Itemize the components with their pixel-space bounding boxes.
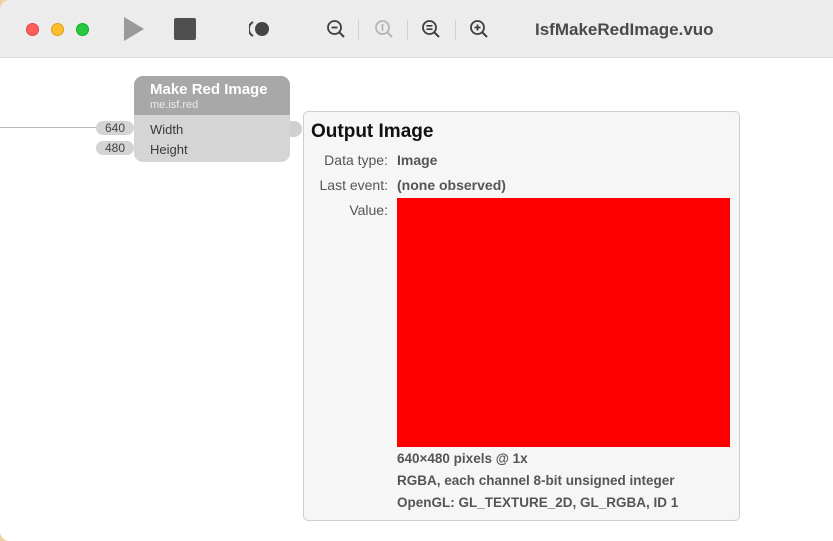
image-info-resolution: 640×480 pixels @ 1x [397,451,528,466]
zoom-actual-size-button[interactable] [372,16,396,42]
value-label: Value: [349,202,388,218]
composition-window: IsfMakeRedImage.vuo 640 480 Make Red Ima… [0,0,833,541]
run-button[interactable] [118,16,148,42]
popover-title: Output Image [311,121,434,142]
toolbar-separator [407,20,408,40]
close-window-button[interactable] [26,23,39,36]
image-info-opengl: OpenGL: GL_TEXTURE_2D, GL_RGBA, ID 1 [397,495,679,510]
zoom-in-button[interactable] [467,16,491,42]
window-title: IsfMakeRedImage.vuo [535,20,714,39]
zoom-in-icon [470,20,488,38]
height-constant-value[interactable]: 480 [96,141,134,155]
last-event-value: (none observed) [397,177,506,193]
zoom-to-fit-icon [422,20,440,38]
zoom-out-icon [327,20,345,38]
node-title: Make Red Image [150,81,268,98]
data-type-label: Data type: [324,152,388,168]
show-events-button[interactable] [247,16,273,42]
toolbar-separator [358,20,359,40]
port-popover[interactable]: Output Image Data type: Image Last event… [303,111,740,521]
stop-icon [174,18,196,40]
play-icon [124,17,144,41]
title-bar: IsfMakeRedImage.vuo [0,0,833,58]
stop-button[interactable] [171,16,199,42]
toolbar-separator [455,20,456,40]
minimize-window-button[interactable] [51,23,64,36]
last-event-label: Last event: [319,177,389,193]
zoom-out-button[interactable] [324,16,348,42]
width-constant-value[interactable]: 640 [96,121,134,135]
node-header[interactable]: Make Red Image me.isf.red [134,76,290,115]
show-events-icon [249,21,269,37]
zoom-window-button[interactable] [76,23,89,36]
make-red-image-node[interactable]: Make Red Image me.isf.red Width Height [134,76,290,162]
zoom-to-fit-button[interactable] [419,16,443,42]
image-info-format: RGBA, each channel 8-bit unsigned intege… [397,473,675,488]
zoom-actual-size-icon [375,20,393,38]
input-port-height[interactable]: Height [150,142,188,157]
node-class-name: me.isf.red [150,99,199,111]
input-port-width[interactable]: Width [150,122,183,137]
data-type-value: Image [397,152,438,168]
cable[interactable] [0,127,96,128]
image-preview [397,198,730,447]
